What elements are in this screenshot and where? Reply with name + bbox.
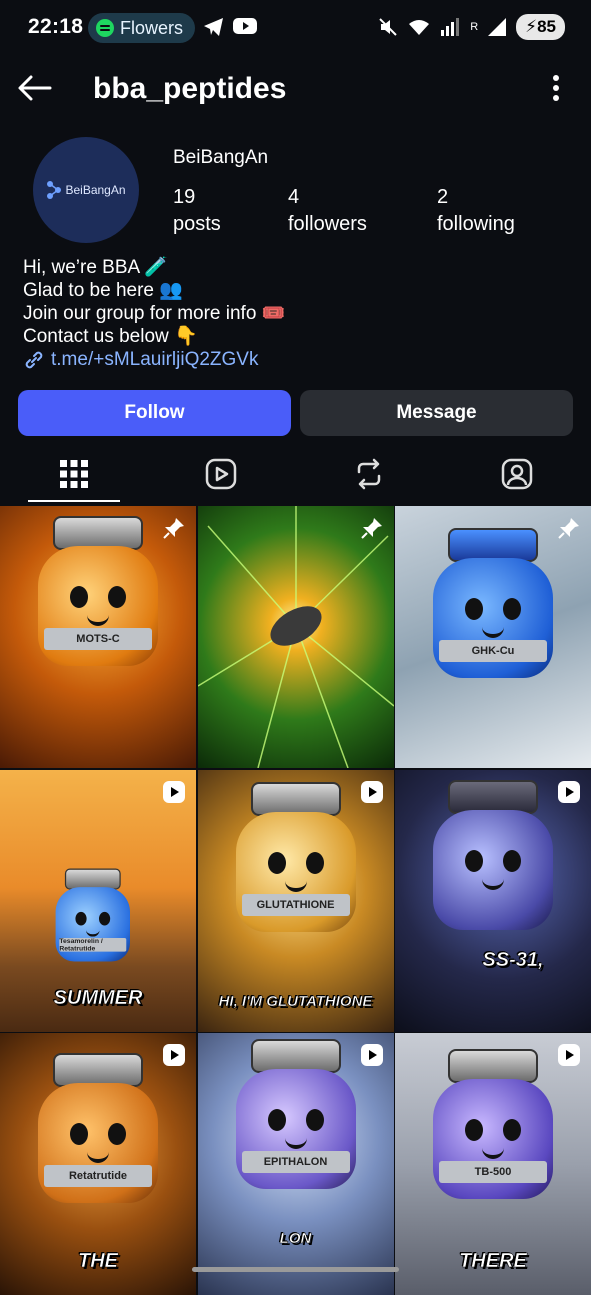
stat-posts-label: posts (173, 213, 221, 235)
link-icon (25, 351, 43, 368)
stat-following-number: 2 (437, 186, 449, 208)
post-tile[interactable]: Retatrutide THE (0, 1033, 196, 1295)
tagged-icon (501, 458, 533, 490)
reel-icon (360, 780, 383, 803)
media-label: Flowers (120, 17, 184, 38)
roaming-indicator: R (470, 21, 479, 33)
media-pill[interactable]: Flowers (88, 13, 196, 43)
stat-posts-number: 19 (173, 186, 196, 208)
post-tile[interactable]: MOTS-C (0, 506, 196, 768)
active-tab-indicator (28, 500, 120, 502)
follow-button[interactable]: Follow (18, 390, 291, 436)
display-name: BeiBangAn (173, 147, 269, 168)
pin-icon (360, 518, 382, 539)
bio-line: Contact us below 👇 (23, 326, 198, 347)
signal-icon-2 (488, 18, 507, 36)
jar-character (433, 779, 553, 930)
jar-label: Retatrutide (44, 1165, 152, 1187)
stat-following[interactable]: 2 following (437, 184, 515, 238)
pin-icon (163, 518, 184, 539)
post-caption: LON (279, 1230, 312, 1248)
message-button[interactable]: Message (300, 390, 573, 436)
tab-reposts[interactable] (349, 454, 389, 494)
reel-icon (360, 1044, 383, 1066)
gesture-home-bar[interactable] (192, 1267, 399, 1272)
bio-line: Join our group for more info 🎟️ (23, 303, 286, 324)
jar-character: GLUTATHIONE (235, 781, 356, 932)
status-time: 22:18 (28, 15, 84, 38)
stat-followers[interactable]: 4 followers (288, 184, 367, 238)
post-tile[interactable]: SS-31, (395, 769, 591, 1032)
battery-level: 85 (537, 17, 556, 36)
post-tile[interactable]: EPITHALON LON (197, 1033, 394, 1295)
signal-icon (441, 18, 460, 36)
system-icons: R ⚡85 (378, 14, 565, 40)
jar-character: Retatrutide (38, 1053, 158, 1203)
arrow-left-icon[interactable] (16, 72, 52, 104)
status-bar: 22:18 Flowers R ⚡85 (0, 0, 591, 56)
page-title: bba_peptides (93, 72, 287, 105)
mute-icon (379, 18, 397, 36)
jar-label: Tesamorelin / Retatrutide (59, 937, 127, 952)
post-caption: HI, I'M GLUTATHIONE (218, 992, 373, 1010)
avatar[interactable]: BeiBangAn (33, 137, 139, 243)
molecule-icon (47, 181, 62, 199)
grid-icon (60, 460, 88, 488)
jar-label: MOTS-C (44, 628, 152, 650)
jar-label: GHK-Cu (439, 640, 547, 662)
capsule-burst-graphic (197, 506, 394, 768)
pin-icon (558, 518, 579, 539)
post-tile[interactable] (197, 506, 394, 768)
post-tile[interactable]: GLUTATHIONE HI, I'M GLUTATHIONE (197, 769, 394, 1032)
post-tile[interactable]: GHK-Cu (395, 506, 591, 768)
profile-link[interactable]: t.me/+sMLauirljiQ2ZGVk (23, 348, 285, 371)
wifi-icon (409, 20, 430, 35)
reel-icon (558, 780, 580, 803)
post-tile[interactable]: Tesamorelin / Retatrutide SUMMER (0, 769, 196, 1032)
post-caption: THERE (459, 1250, 527, 1273)
jar-character: Tesamorelin / Retatrutide (55, 868, 130, 961)
post-caption: SS-31, (482, 948, 544, 971)
more-vertical-icon[interactable] (551, 74, 561, 102)
post-tile[interactable]: TB-500 THERE (395, 1033, 591, 1295)
tab-reels[interactable] (201, 454, 241, 494)
stat-following-label: following (437, 213, 515, 235)
tab-tagged[interactable] (497, 454, 537, 494)
jar-label: TB-500 (439, 1161, 547, 1183)
jar-character: TB-500 (433, 1049, 553, 1199)
repost-icon (357, 458, 381, 490)
reel-icon (163, 1044, 185, 1066)
post-caption: SUMMER (53, 986, 143, 1009)
notification-icons (203, 17, 257, 37)
reel-icon (163, 780, 185, 803)
jar-character: EPITHALON (235, 1039, 356, 1189)
avatar-logo: BeiBangAn (46, 180, 126, 200)
bio-line: Glad to be here 👥 (23, 280, 183, 301)
reel-icon (558, 1044, 580, 1066)
tab-grid[interactable] (54, 454, 94, 494)
spotify-icon (96, 19, 114, 37)
reels-icon (205, 458, 237, 490)
bio-line: Hi, we’re BBA 🧪 (23, 257, 169, 278)
stat-posts[interactable]: 19 posts (173, 184, 221, 238)
jar-character: GHK-Cu (433, 528, 553, 678)
battery-indicator: ⚡85 (516, 14, 565, 40)
jar-character: MOTS-C (38, 516, 158, 666)
stat-followers-label: followers (288, 213, 367, 235)
jar-label: EPITHALON (241, 1151, 350, 1173)
telegram-icon (204, 18, 223, 36)
posts-grid: MOTS-C GHK-Cu Tesamorelin / Retatrutide … (0, 506, 591, 1295)
avatar-text: BeiBangAn (65, 183, 126, 197)
profile-link-text: t.me/+sMLauirljiQ2ZGVk (51, 349, 259, 370)
post-caption: THE (78, 1250, 119, 1273)
youtube-icon (233, 18, 257, 34)
profile-tabs (0, 446, 591, 504)
bio: Hi, we’re BBA 🧪 Glad to be here 👥 Join o… (23, 256, 285, 371)
jar-label: GLUTATHIONE (241, 893, 350, 916)
profile-header: bba_peptides (0, 60, 591, 116)
stat-followers-number: 4 (288, 186, 300, 208)
